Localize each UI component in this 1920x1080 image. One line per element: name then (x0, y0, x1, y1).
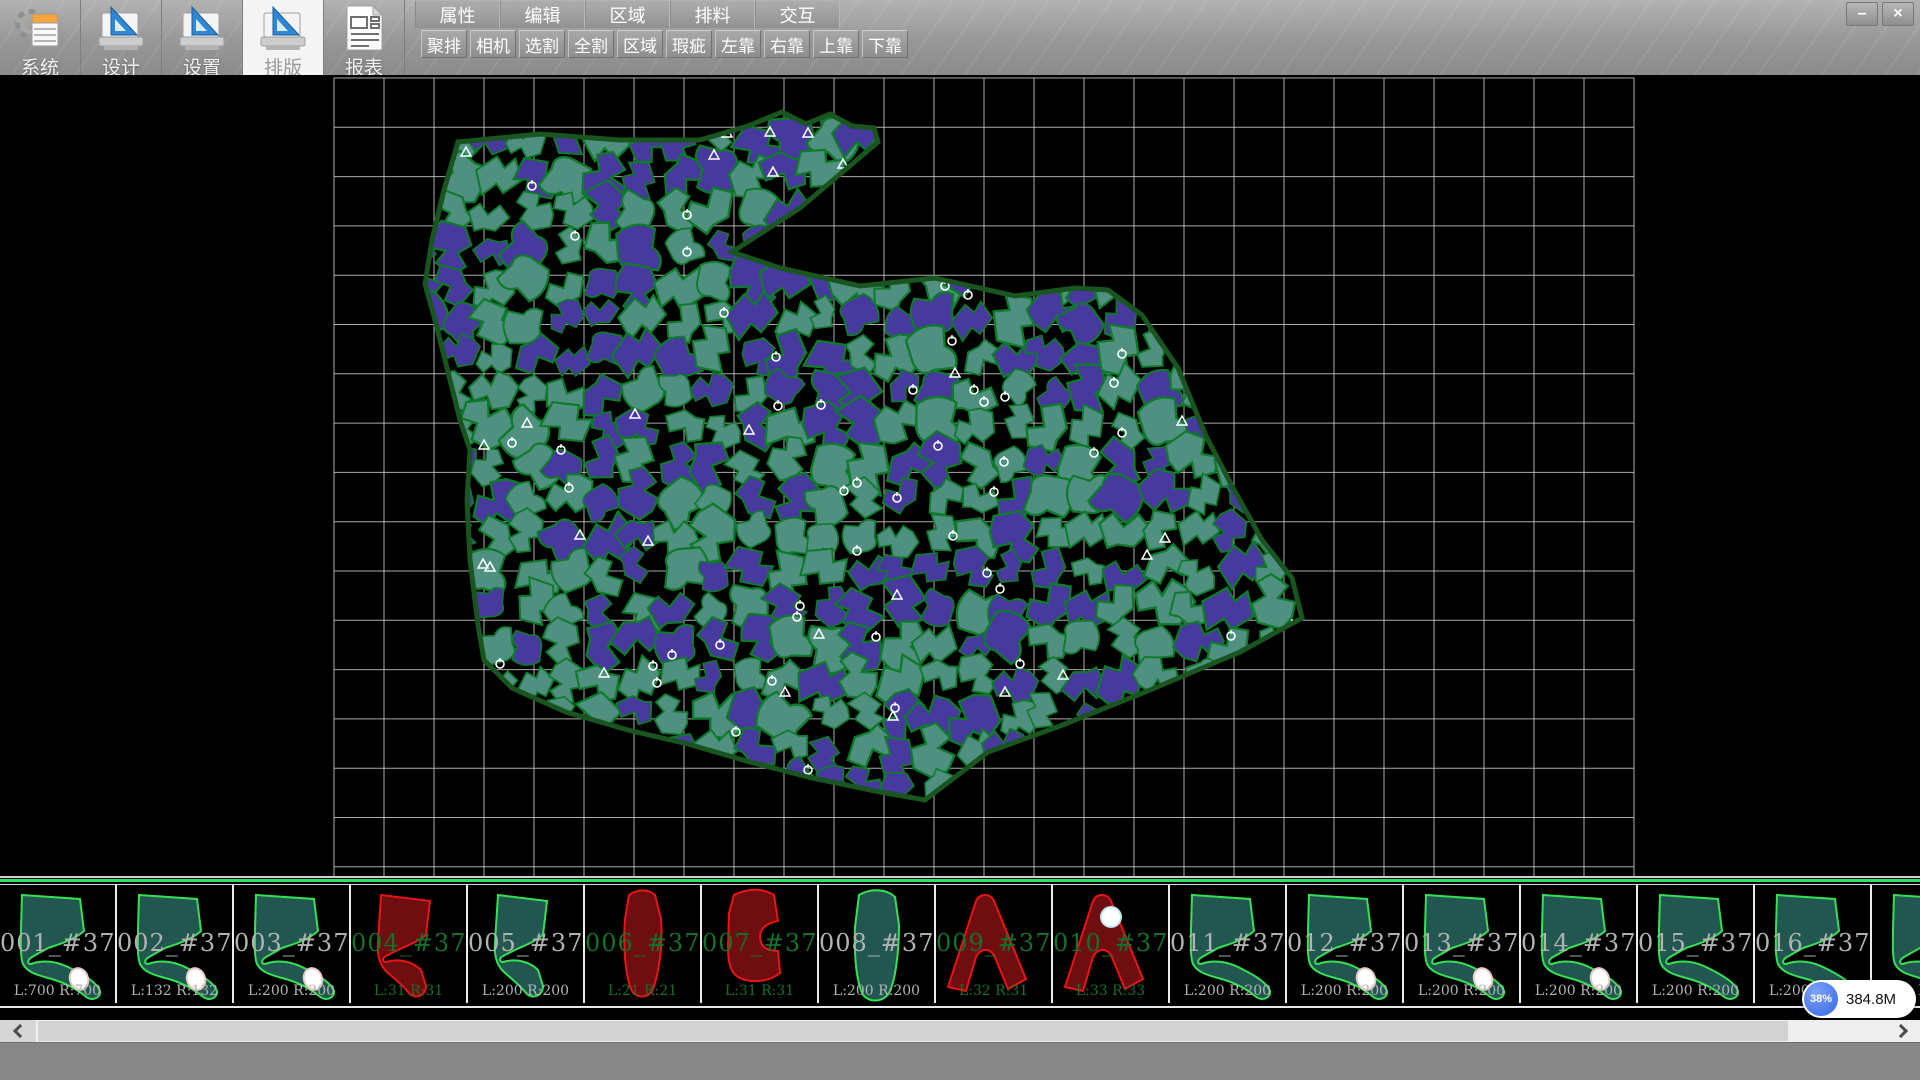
part-thumbnail-009_#37[interactable]: 009_#37 L:32 R:31 (936, 885, 1053, 1003)
app-button-2[interactable]: 设计 (81, 0, 162, 75)
tool-button-5[interactable]: 区域 (617, 30, 663, 58)
part-lr-count: L:33 R:33 (1053, 983, 1168, 999)
part-thumbnail-003_#37[interactable]: 003_#37 L:200 R:200 (234, 885, 351, 1003)
part-id-label: 016_#37 (1755, 929, 1870, 957)
part-lr-count: L:200 R:200 (819, 983, 934, 999)
app-button-5[interactable]: 报表 (324, 0, 405, 75)
part-lr-count: L:200 R:200 (1404, 983, 1519, 999)
parts-thumbnail-strip[interactable]: 001_#37 L:700 R:700 002_#37 L:132 R:132 … (0, 884, 1920, 1008)
part-id-label: 014_#37 (1521, 929, 1636, 957)
part-id-label: 013_#37 (1404, 929, 1519, 957)
part-thumbnail-010_#37[interactable]: 010_#37 L:33 R:33 (1053, 885, 1170, 1003)
part-lr-count: L:31 R:31 (702, 983, 817, 999)
scroll-right-button[interactable] (1884, 1020, 1920, 1042)
minimize-button[interactable]: – (1846, 2, 1878, 26)
tool-button-9[interactable]: 上靠 (813, 30, 859, 58)
part-id-label: 007_#37 (702, 929, 817, 957)
part-lr-count: L:700 R:700 (0, 983, 115, 999)
part-id-label: 015_#37 (1638, 929, 1753, 957)
tool-button-6[interactable]: 瑕疵 (666, 30, 712, 58)
canvas-separator (0, 876, 1920, 878)
close-button[interactable]: × (1882, 2, 1914, 26)
progress-badge: 38% 384.8M (1802, 980, 1916, 1018)
tool-button-2[interactable]: 相机 (470, 30, 516, 58)
part-lr-count: L:200 R:200 (468, 983, 583, 999)
part-id-label: 006_#37 (585, 929, 700, 957)
ruler-icon (257, 4, 309, 52)
tool-buttons: 聚排相机选割全割区域瑕疵左靠右靠上靠下靠 (421, 30, 908, 58)
scrollbar-thumb[interactable] (38, 1021, 1788, 1041)
part-lr-count: L:21 R:21 (585, 983, 700, 999)
right-arrow-icon (1893, 1024, 1907, 1038)
part-thumbnail-004_#37[interactable]: 004_#37 L:31 R:31 (351, 885, 468, 1003)
scroll-left-button[interactable] (0, 1020, 36, 1042)
app-button-3[interactable]: 设置 (162, 0, 243, 75)
part-lr-count: L:31 R:31 (351, 983, 466, 999)
part-thumbnail-007_#37[interactable]: 007_#37 L:31 R:31 (702, 885, 819, 1003)
report-icon (338, 4, 390, 52)
part-id-label: 012_#37 (1287, 929, 1402, 957)
ruler-icon (95, 4, 147, 52)
part-lr-count: L:132 R:132 (117, 983, 232, 999)
tool-button-8[interactable]: 右靠 (764, 30, 810, 58)
part-id-label: 002_#37 (117, 929, 232, 957)
app-button-1[interactable]: 系统 (0, 0, 81, 75)
part-lr-count: L:200 R:200 (1521, 983, 1636, 999)
application-window: 系统 设计 设置 排版 报表 属性编辑区域排料交互 聚排相机选割全割区域瑕疵左靠… (0, 0, 1920, 1080)
part-thumbnail-002_#37[interactable]: 002_#37 L:132 R:132 (117, 885, 234, 1003)
part-thumbnail-012_#37[interactable]: 012_#37 L:200 R:200 (1287, 885, 1404, 1003)
menu-tab-4[interactable]: 排料 (670, 1, 755, 28)
part-id-label: 010_#37 (1053, 929, 1168, 957)
nesting-canvas[interactable] (0, 75, 1920, 876)
part-id-label: 004_#37 (351, 929, 466, 957)
nested-pieces (385, 75, 1311, 825)
part-id-label: 0 (1872, 929, 1920, 957)
part-id-label: 011_#37 (1170, 929, 1285, 957)
main-toolbar: 系统 设计 设置 排版 报表 属性编辑区域排料交互 聚排相机选割全割区域瑕疵左靠… (0, 0, 1920, 75)
menu-tab-3[interactable]: 区域 (585, 1, 670, 28)
part-thumbnail-015_#37[interactable]: 015_#37 L:200 R:200 (1638, 885, 1755, 1003)
part-thumbnail-005_#37[interactable]: 005_#37 L:200 R:200 (468, 885, 585, 1003)
part-id-label: 009_#37 (936, 929, 1051, 957)
progress-circle: 38% (1804, 982, 1838, 1016)
part-thumbnail-014_#37[interactable]: 014_#37 L:200 R:200 (1521, 885, 1638, 1003)
part-lr-count: L:200 R:200 (234, 983, 349, 999)
status-bar (0, 1042, 1920, 1080)
strip-divider (0, 879, 1920, 882)
part-thumbnail-008_#37[interactable]: 008_#37 L:200 R:200 (819, 885, 936, 1003)
part-lr-count: L:200 R:200 (1170, 983, 1285, 999)
part-thumbnail-006_#37[interactable]: 006_#37 L:21 R:21 (585, 885, 702, 1003)
part-lr-count: L:200 R:200 (1287, 983, 1402, 999)
nest-drawing (0, 75, 1920, 876)
left-arrow-icon (12, 1024, 26, 1038)
app-button-4[interactable]: 排版 (243, 0, 324, 75)
part-lr-count: L:32 R:31 (936, 983, 1051, 999)
menu-tabs: 属性编辑区域排料交互 (415, 1, 1840, 28)
part-id-label: 003_#37 (234, 929, 349, 957)
menu-tab-2[interactable]: 编辑 (500, 1, 585, 28)
app-mode-buttons: 系统 设计 设置 排版 报表 (0, 0, 405, 75)
menu-tab-5[interactable]: 交互 (755, 1, 840, 28)
tool-button-3[interactable]: 选割 (519, 30, 565, 58)
ruler-icon (176, 4, 228, 52)
memory-usage-label: 384.8M (1846, 991, 1896, 1008)
tool-button-1[interactable]: 聚排 (421, 30, 467, 58)
part-lr-count: L:200 R:200 (1638, 983, 1753, 999)
horizontal-scrollbar[interactable] (0, 1020, 1920, 1042)
system-icon (14, 4, 66, 52)
part-id-label: 001_#37 (0, 929, 115, 957)
part-id-label: 008_#37 (819, 929, 934, 957)
menu-tab-1[interactable]: 属性 (415, 1, 500, 28)
part-thumbnail-011_#37[interactable]: 011_#37 L:200 R:200 (1170, 885, 1287, 1003)
window-controls: – × (1846, 2, 1914, 26)
tool-button-4[interactable]: 全割 (568, 30, 614, 58)
part-thumbnail-013_#37[interactable]: 013_#37 L:200 R:200 (1404, 885, 1521, 1003)
tool-button-7[interactable]: 左靠 (715, 30, 761, 58)
part-id-label: 005_#37 (468, 929, 583, 957)
tool-button-10[interactable]: 下靠 (862, 30, 908, 58)
part-thumbnail-001_#37[interactable]: 001_#37 L:700 R:700 (0, 885, 117, 1003)
